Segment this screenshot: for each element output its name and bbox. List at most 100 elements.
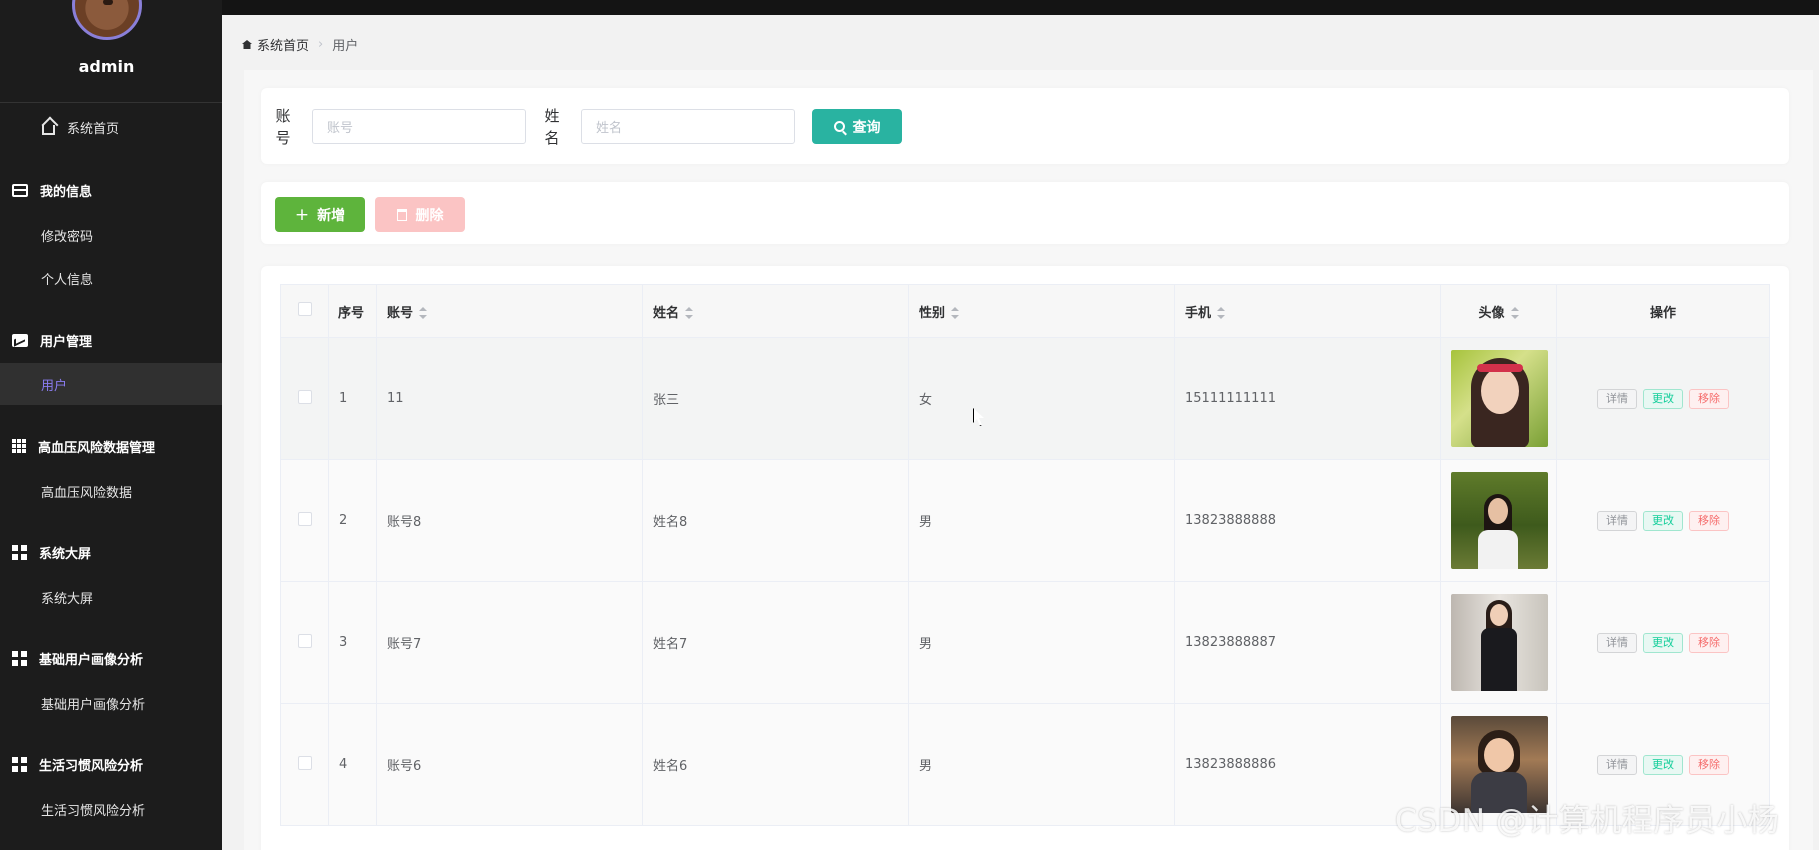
detail-button[interactable]: 详情 — [1597, 632, 1637, 653]
query-button[interactable]: 查询 — [812, 109, 902, 144]
photo-face — [1484, 738, 1514, 772]
sidebar-item-label: 系统大屏 — [41, 591, 94, 607]
sidebar-group-lifestyle-risk[interactable]: 生活习惯风险分析 — [0, 743, 222, 785]
card-icon — [12, 183, 28, 197]
user-table: 序号 账号 姓名 性别 手机 头像 操作 1 11 张三 女 151111111… — [280, 284, 1770, 826]
cell-actions: 详情 更改 移除 — [1556, 337, 1770, 460]
sidebar-item-label: 个人信息 — [41, 272, 94, 288]
name-search-input[interactable]: 姓名 — [581, 109, 795, 144]
table-row[interactable]: 3 账号7 姓名7 男 13823888887 详情 更改 移除 — [280, 581, 1770, 704]
add-button[interactable]: + 新增 — [275, 197, 365, 232]
sort-icon[interactable] — [419, 307, 428, 319]
search-panel: 账 号 账号 姓 名 姓名 查询 — [261, 88, 1789, 164]
sidebar-item-change-password[interactable]: 修改密码 — [0, 214, 222, 256]
action-panel: + 新增 删除 — [261, 182, 1789, 244]
sidebar-divider — [0, 102, 222, 103]
column-header-account[interactable]: 账号 — [376, 284, 643, 338]
sort-icon[interactable] — [1510, 307, 1519, 319]
column-header-phone[interactable]: 手机 — [1174, 284, 1441, 338]
breadcrumb-home[interactable]: 系统首页 — [257, 35, 309, 54]
row-select-cell — [280, 459, 329, 582]
name-label: 姓 名 — [542, 105, 562, 149]
sidebar-group-user-management[interactable]: 用户管理 — [0, 319, 222, 361]
sidebar-item-hypertension-data[interactable]: 高血压风险数据 — [0, 470, 222, 512]
column-header-name[interactable]: 姓名 — [642, 284, 909, 338]
cell-index: 1 — [328, 337, 377, 460]
watermark: CSDN @计算机程序员小杨 — [1395, 803, 1780, 839]
cell-gender: 男 — [908, 703, 1175, 826]
cell-avatar — [1440, 581, 1557, 704]
sidebar-group-hypertension-data[interactable]: 高血压风险数据管理 — [0, 425, 222, 467]
row-select-cell — [280, 337, 329, 460]
sidebar-item-dashboard[interactable]: 系统大屏 — [0, 576, 222, 618]
sidebar-item-users[interactable]: 用户 — [0, 363, 222, 405]
sidebar-item-label: 我的信息 — [40, 184, 93, 200]
cell-account: 11 — [376, 337, 643, 460]
cell-account: 账号8 — [376, 459, 643, 582]
sidebar-item-label: 生活习惯风险分析 — [41, 803, 146, 819]
sidebar-item-user-profile-analysis[interactable]: 基础用户画像分析 — [0, 682, 222, 724]
sidebar-group-dashboard[interactable]: 系统大屏 — [0, 531, 222, 573]
cell-gender: 男 — [908, 459, 1175, 582]
sidebar-item-label: 系统首页 — [67, 121, 120, 137]
sidebar-item-label: 高血压风险数据管理 — [38, 440, 156, 456]
select-all-checkbox[interactable] — [297, 302, 312, 316]
sidebar-item-label: 基础用户画像分析 — [39, 652, 144, 668]
photo-face — [1488, 498, 1508, 524]
sidebar-group-my-info[interactable]: 我的信息 — [0, 169, 222, 211]
cell-index: 4 — [328, 703, 377, 826]
chart-icon — [12, 333, 28, 347]
column-header-label: 头像 — [1478, 305, 1505, 321]
main-area: 系统首页 › 用户 账 号 账号 姓 名 姓名 查询 + 新增 删除 序号 账号… — [222, 15, 1819, 850]
sidebar-group-user-profile-analysis[interactable]: 基础用户画像分析 — [0, 637, 222, 679]
sidebar-item-label: 修改密码 — [41, 229, 94, 245]
user-avatar-image[interactable] — [1451, 472, 1548, 569]
sidebar-item-label: 用户管理 — [40, 334, 93, 350]
photo-body — [1478, 530, 1518, 569]
cell-actions: 详情 更改 移除 — [1556, 581, 1770, 704]
cell-account: 账号7 — [376, 581, 643, 704]
sidebar-item-lifestyle-risk[interactable]: 生活习惯风险分析 — [0, 788, 222, 830]
row-checkbox[interactable] — [297, 755, 312, 770]
row-checkbox[interactable] — [297, 511, 312, 526]
remove-button[interactable]: 移除 — [1689, 754, 1729, 775]
remove-button[interactable]: 移除 — [1689, 388, 1729, 409]
sidebar-item-label: 高血压风险数据 — [41, 485, 133, 501]
table-row[interactable]: 2 账号8 姓名8 男 13823888888 详情 更改 移除 — [280, 459, 1770, 582]
sidebar-item-home[interactable]: 系统首页 — [0, 106, 222, 148]
edit-button[interactable]: 更改 — [1643, 632, 1683, 653]
remove-button[interactable]: 移除 — [1689, 510, 1729, 531]
row-checkbox[interactable] — [297, 389, 312, 404]
avatar[interactable] — [72, 0, 142, 40]
sort-icon[interactable] — [951, 307, 960, 319]
detail-button[interactable]: 详情 — [1597, 754, 1637, 775]
sort-icon[interactable] — [1217, 307, 1226, 319]
table-row[interactable]: 1 11 张三 女 15111111111 详情 更改 移除 — [280, 337, 1770, 460]
edit-button[interactable]: 更改 — [1643, 754, 1683, 775]
edit-button[interactable]: 更改 — [1643, 388, 1683, 409]
column-header-gender[interactable]: 性别 — [908, 284, 1175, 338]
user-avatar-image[interactable] — [1451, 594, 1548, 691]
sidebar-item-personal-info[interactable]: 个人信息 — [0, 257, 222, 299]
cell-avatar — [1440, 459, 1557, 582]
user-avatar-image[interactable] — [1451, 350, 1548, 447]
content-area: 账 号 账号 姓 名 姓名 查询 + 新增 删除 序号 账号 姓名 性别 手机 … — [244, 70, 1813, 850]
account-label-line2: 号 — [275, 129, 291, 147]
delete-button[interactable]: 删除 — [375, 197, 465, 232]
detail-button[interactable]: 详情 — [1597, 388, 1637, 409]
cell-account: 账号6 — [376, 703, 643, 826]
detail-button[interactable]: 详情 — [1597, 510, 1637, 531]
name-label-line1: 姓 — [544, 107, 560, 125]
column-header-avatar[interactable]: 头像 — [1440, 284, 1557, 338]
edit-button[interactable]: 更改 — [1643, 510, 1683, 531]
home-icon — [242, 40, 252, 49]
remove-button[interactable]: 移除 — [1689, 632, 1729, 653]
row-checkbox[interactable] — [297, 633, 312, 648]
sort-icon[interactable] — [685, 307, 694, 319]
account-search-input[interactable]: 账号 — [312, 109, 526, 144]
account-label: 账 号 — [273, 105, 293, 149]
table-panel: 序号 账号 姓名 性别 手机 头像 操作 1 11 张三 女 151111111… — [261, 266, 1789, 850]
column-header-label: 账号 — [387, 305, 414, 321]
photo-headband — [1477, 364, 1523, 372]
cell-name: 姓名8 — [642, 459, 909, 582]
